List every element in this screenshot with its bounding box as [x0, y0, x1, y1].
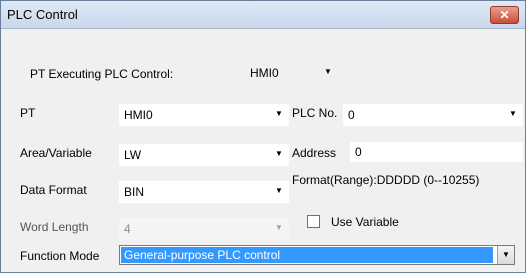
address-value: 0: [355, 145, 362, 159]
chevron-down-icon: ▼: [324, 67, 332, 76]
pt-value: HMI0: [124, 108, 153, 122]
pt-executing-label: PT Executing PLC Control:: [30, 67, 174, 81]
chevron-down-icon: ▼: [275, 109, 283, 118]
pt-label: PT: [20, 106, 36, 120]
address-label: Address: [292, 146, 337, 160]
area-variable-value: LW: [124, 148, 142, 162]
format-range-text: Format(Range):DDDDD (0--10255): [292, 173, 480, 187]
function-mode-label: Function Mode: [20, 249, 100, 263]
chevron-down-icon: ▼: [502, 250, 510, 259]
chevron-down-icon: ▼: [275, 186, 283, 195]
window-title: PLC Control: [7, 7, 78, 22]
function-mode-value: General-purpose PLC control: [124, 248, 281, 262]
word-length-value: 4: [124, 222, 131, 236]
address-input[interactable]: 0: [350, 142, 523, 162]
chevron-down-icon: ▼: [509, 109, 517, 118]
pt-select[interactable]: HMI0 ▼: [119, 104, 289, 126]
chevron-down-icon: ▼: [275, 223, 283, 232]
data-format-label: Data Format: [20, 183, 87, 197]
close-button[interactable]: ✕: [490, 6, 519, 24]
plc-no-value: 0: [348, 108, 355, 122]
data-format-select[interactable]: BIN ▼: [119, 181, 289, 203]
use-variable-checkbox[interactable]: [307, 215, 320, 228]
pt-executing-value: HMI0: [250, 66, 279, 80]
word-length-select: 4 ▼: [119, 218, 289, 240]
function-mode-selection: General-purpose PLC control: [121, 247, 493, 263]
area-variable-select[interactable]: LW ▼: [119, 144, 289, 166]
area-variable-label: Area/Variable: [20, 146, 92, 160]
function-mode-select[interactable]: General-purpose PLC control ▼: [119, 245, 515, 265]
close-icon: ✕: [499, 8, 510, 22]
plc-no-label: PLC No.: [292, 106, 338, 120]
plc-no-select[interactable]: 0 ▼: [343, 104, 523, 126]
pt-executing-select[interactable]: HMI0 ▼: [246, 62, 348, 84]
title-bar[interactable]: PLC Control ✕: [1, 1, 525, 29]
plc-control-dialog: PLC Control ✕ PT Executing PLC Control: …: [0, 0, 526, 273]
function-mode-dropdown-button[interactable]: ▼: [497, 246, 514, 264]
data-format-value: BIN: [124, 185, 145, 199]
word-length-label: Word Length: [20, 220, 89, 234]
chevron-down-icon: ▼: [275, 149, 283, 158]
use-variable-label: Use Variable: [331, 215, 399, 229]
